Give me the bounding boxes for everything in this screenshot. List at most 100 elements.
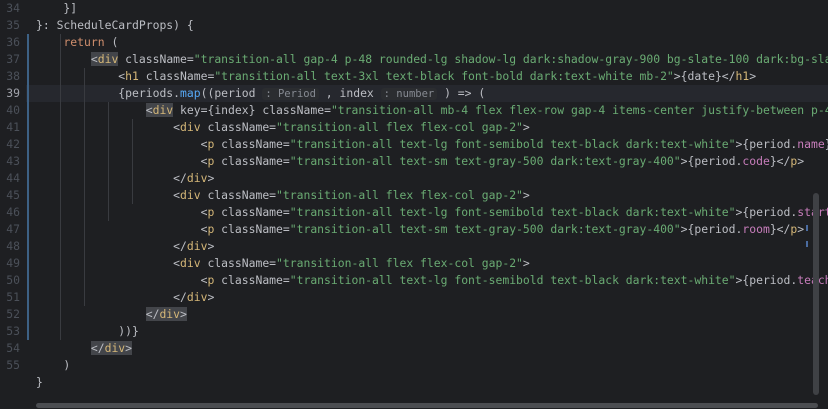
code-token: div xyxy=(180,188,201,202)
code-token: "transition-all flex flex-col gap-2" xyxy=(276,120,523,134)
code-line[interactable]: <div className="transition-all flex flex… xyxy=(36,119,530,136)
code-line[interactable]: ))} xyxy=(36,323,139,340)
code-token: = xyxy=(269,256,277,270)
code-line[interactable]: <div key={index} className="transition-a… xyxy=(36,102,828,119)
line-number: 55 xyxy=(6,358,20,372)
code-token: className xyxy=(214,273,283,287)
code-token: (( xyxy=(200,86,215,100)
code-token: ))} xyxy=(36,324,139,338)
line-number: 49 xyxy=(6,256,20,270)
code-token: { xyxy=(36,86,126,100)
code-token: < xyxy=(36,137,208,151)
vcs-change-marker[interactable] xyxy=(27,34,29,340)
code-line[interactable]: <div className="transition-all flex flex… xyxy=(36,255,530,272)
vertical-scrollbar-thumb[interactable] xyxy=(813,193,819,395)
code-token: "transition-all flex flex-col gap-2" xyxy=(276,256,523,270)
code-line[interactable]: <div className="transition-all flex flex… xyxy=(36,187,530,204)
code-token: className xyxy=(214,137,283,151)
line-number: 45 xyxy=(6,188,20,202)
code-token: = xyxy=(282,154,290,168)
code-token: } xyxy=(248,103,263,117)
code-token: = xyxy=(186,52,194,66)
code-token: >{ xyxy=(735,137,750,151)
code-line[interactable]: </div> xyxy=(36,289,214,306)
code-token: className xyxy=(118,52,187,66)
code-token: className xyxy=(138,69,208,83)
code-token: className xyxy=(214,205,283,219)
code-token: period xyxy=(214,86,256,100)
code-token: key xyxy=(173,103,201,117)
code-token: "transition-all text-lg font-semibold te… xyxy=(289,273,736,287)
code-token: </ xyxy=(90,341,105,355)
code-line[interactable]: return ( xyxy=(36,34,118,51)
line-number: 52 xyxy=(6,307,20,321)
line-number: 54 xyxy=(6,341,20,355)
code-token: >{ xyxy=(680,154,695,168)
code-line[interactable]: </div> xyxy=(36,306,187,323)
code-line[interactable]: </div> xyxy=(36,340,133,357)
code-token: < xyxy=(145,103,153,117)
code-area[interactable]: }] }: ScheduleCardProps) { return ( <div … xyxy=(0,0,828,400)
code-line[interactable]: }: ScheduleCardProps) { xyxy=(36,17,194,34)
code-line[interactable]: </div> xyxy=(36,238,214,255)
code-token: map xyxy=(180,86,201,100)
code-token: period xyxy=(749,205,791,219)
code-token: < xyxy=(36,154,208,168)
line-number: 36 xyxy=(6,35,20,49)
code-token: "transition-all flex flex-col gap-2" xyxy=(276,188,523,202)
code-token: }: xyxy=(36,18,57,32)
code-line[interactable]: <p className="transition-all text-lg fon… xyxy=(36,204,828,221)
code-token: "transition-all text-3xl text-black font… xyxy=(214,69,674,83)
code-line[interactable]: }] xyxy=(36,0,77,17)
code-token: >{ xyxy=(680,222,695,236)
code-line[interactable]: } xyxy=(36,374,43,391)
code-token: = xyxy=(269,188,277,202)
horizontal-scrollbar-thumb[interactable] xyxy=(36,403,818,408)
line-number: 38 xyxy=(6,69,20,83)
code-token: }] xyxy=(36,1,78,15)
code-line[interactable]: </div> xyxy=(36,170,214,187)
code-token: > xyxy=(797,222,805,236)
code-token: = xyxy=(282,205,290,219)
code-token: }</ xyxy=(769,154,791,168)
line-number: 51 xyxy=(6,290,20,304)
code-token: > xyxy=(797,154,805,168)
code-line[interactable]: ) xyxy=(36,357,70,374)
code-token: ( xyxy=(104,35,119,49)
code-token: > xyxy=(522,188,530,202)
code-token: div xyxy=(97,52,119,66)
code-token: ) => ( xyxy=(437,86,486,100)
code-token: "transition-all gap-4 p-48 rounded-lg sh… xyxy=(193,52,828,66)
code-token: </ xyxy=(36,171,187,185)
code-token: div xyxy=(180,120,201,134)
code-token: }</ xyxy=(769,222,791,236)
code-token: = xyxy=(282,137,290,151)
scrollbar-marker xyxy=(806,241,808,247)
line-number: 35 xyxy=(6,18,20,32)
code-token: className xyxy=(200,188,270,202)
line-number: 40 xyxy=(6,103,20,117)
code-line[interactable]: {periods.map((period : Period , index : … xyxy=(36,85,485,102)
code-token: div xyxy=(186,290,208,304)
line-number: 48 xyxy=(6,239,20,253)
code-editor[interactable]: }] }: ScheduleCardProps) { return ( <div … xyxy=(0,0,828,409)
code-token: div xyxy=(104,341,126,355)
code-token: div xyxy=(152,103,174,117)
code-line[interactable]: <div className="transition-all gap-4 p-4… xyxy=(36,51,828,68)
code-line[interactable]: <p className="transition-all text-sm tex… xyxy=(36,221,805,238)
code-line[interactable]: <p className="transition-all text-sm tex… xyxy=(36,153,805,170)
code-token: = xyxy=(282,222,290,236)
code-line[interactable]: <p className="transition-all text-lg fon… xyxy=(36,136,828,153)
code-line[interactable]: <h1 className="transition-all text-3xl t… xyxy=(36,68,756,85)
code-token: room xyxy=(742,222,770,236)
code-line[interactable]: <p className="transition-all text-lg fon… xyxy=(36,272,828,289)
code-token: className xyxy=(200,120,270,134)
code-token: }</ xyxy=(714,69,736,83)
code-token: </ xyxy=(36,290,187,304)
code-token: "transition-all mb-4 flex flex-row gap-4… xyxy=(330,103,828,117)
